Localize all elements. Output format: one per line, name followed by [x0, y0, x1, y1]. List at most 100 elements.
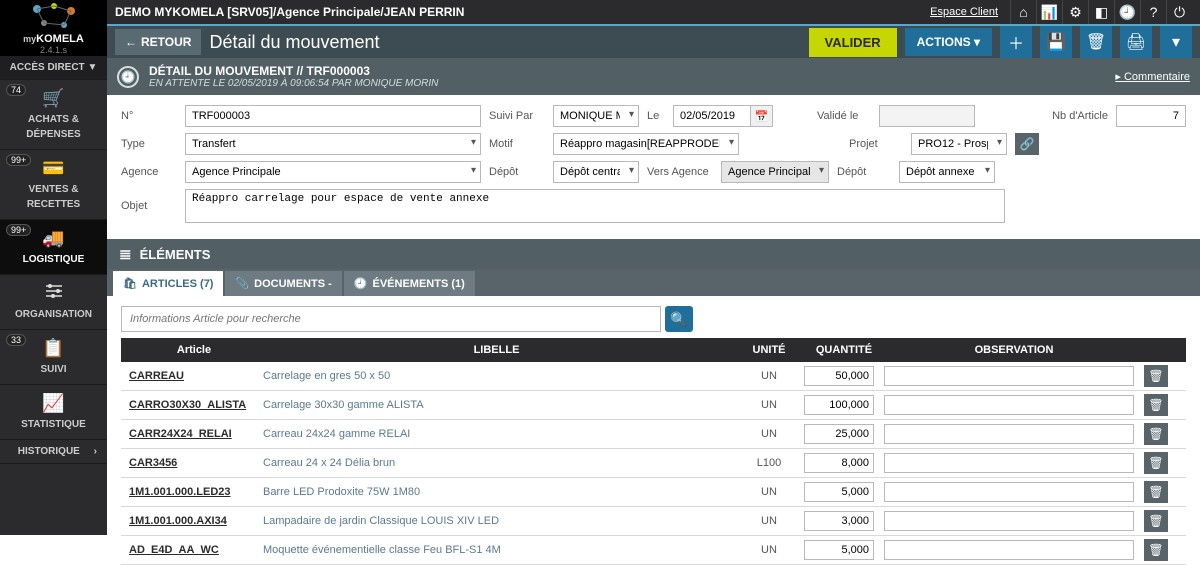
nav-label: ORGANISATION: [15, 309, 92, 320]
qty-input[interactable]: [804, 540, 874, 560]
num-field[interactable]: [185, 105, 481, 127]
date-field[interactable]: [673, 105, 751, 127]
article-link[interactable]: AD_E4D_AA_WC: [129, 544, 259, 556]
validate-button[interactable]: VALIDER: [809, 28, 897, 57]
window-icon[interactable]: ◧: [1088, 0, 1114, 24]
row-delete-button[interactable]: 🗑: [1144, 510, 1168, 532]
article-link[interactable]: 1M1.001.000.LED23: [129, 486, 259, 498]
row-delete-button[interactable]: 🗑: [1144, 481, 1168, 503]
badge: 99+: [6, 154, 31, 166]
article-libelle: Carrelage en gres 50 x 50: [259, 370, 734, 382]
article-link[interactable]: CARRO30X30_ALISTA: [129, 399, 259, 411]
valide-le-field: [879, 105, 975, 127]
actions-dropdown[interactable]: ACTIONS: [905, 28, 992, 56]
row-delete-button[interactable]: 🗑: [1144, 394, 1168, 416]
depot-select[interactable]: [553, 161, 639, 183]
projet-link-button[interactable]: 🔗: [1015, 133, 1039, 155]
col-unite: UNITÉ: [734, 344, 804, 356]
print-button[interactable]: 🖨: [1120, 26, 1152, 58]
version: 2.4.1.s: [40, 45, 67, 55]
tab-label: DOCUMENTS -: [254, 278, 332, 290]
sidebar-direct-access[interactable]: ACCÈS DIRECT ▼: [0, 56, 107, 80]
row-delete-button[interactable]: 🗑: [1144, 539, 1168, 561]
label-motif: Motif: [489, 138, 545, 150]
arrow-left-icon: ←: [125, 35, 137, 49]
label-projet: Projet: [849, 138, 903, 150]
home-icon[interactable]: ⌂: [1010, 0, 1036, 24]
article-link[interactable]: 1M1.001.000.AXI34: [129, 515, 259, 527]
detail-header: 🕘 DÉTAIL DU MOUVEMENT // TRF000003 EN AT…: [107, 58, 1200, 95]
article-link[interactable]: CAR3456: [129, 457, 259, 469]
type-select[interactable]: [185, 133, 481, 155]
clock-icon[interactable]: 🕘: [1114, 0, 1140, 24]
tab-documents[interactable]: 📎DOCUMENTS -: [225, 271, 341, 296]
article-unite: UN: [734, 515, 804, 527]
delete-button[interactable]: 🗑: [1080, 26, 1112, 58]
obs-input[interactable]: [884, 453, 1134, 473]
objet-field[interactable]: Réappro carrelage pour espace de vente a…: [185, 189, 1005, 223]
obs-input[interactable]: [884, 482, 1134, 502]
sidebar-item-statistique[interactable]: 📈 STATISTIQUE: [0, 385, 107, 440]
search-button[interactable]: 🔍: [665, 306, 693, 332]
chart-icon[interactable]: 📊: [1036, 0, 1062, 24]
motif-select[interactable]: [553, 133, 739, 155]
nav-label: VENTES & RECETTES: [27, 184, 80, 210]
article-libelle: Carreau 24x24 gamme RELAI: [259, 428, 734, 440]
comment-link[interactable]: Commentaire: [1115, 70, 1190, 83]
gear-icon[interactable]: ⚙: [1062, 0, 1088, 24]
qty-input[interactable]: [804, 482, 874, 502]
suivi-select[interactable]: [553, 105, 639, 127]
article-libelle: Lampadaire de jardin Classique LOUIS XIV…: [259, 515, 734, 527]
qty-input[interactable]: [804, 366, 874, 386]
label-objet: Objet: [121, 200, 177, 212]
obs-input[interactable]: [884, 424, 1134, 444]
back-button[interactable]: ←RETOUR: [115, 29, 201, 55]
sliders-icon: [4, 283, 103, 304]
article-link[interactable]: CARR24X24_RELAI: [129, 428, 259, 440]
logo: myKOMELA 2.4.1.s: [0, 0, 107, 56]
badge: 33: [6, 334, 26, 346]
qty-input[interactable]: [804, 511, 874, 531]
badge: 74: [6, 84, 26, 96]
breadcrumb: DEMO MYKOMELA [SRV05]/Agence Principale/…: [115, 5, 930, 19]
calendar-icon[interactable]: 📅: [751, 105, 773, 127]
client-space-link[interactable]: Espace Client: [930, 6, 998, 18]
save-button[interactable]: 💾: [1040, 26, 1072, 58]
qty-input[interactable]: [804, 424, 874, 444]
add-button[interactable]: ＋: [1000, 26, 1032, 58]
help-icon[interactable]: ?: [1140, 0, 1166, 24]
sidebar-item-organisation[interactable]: ORGANISATION: [0, 275, 107, 330]
nav-icon: 📈: [4, 393, 103, 414]
obs-input[interactable]: [884, 540, 1134, 560]
nav-label: STATISTIQUE: [21, 419, 86, 430]
nav-label: SUIVI: [40, 364, 66, 375]
row-delete-button[interactable]: 🗑: [1144, 452, 1168, 474]
depot2-select[interactable]: [899, 161, 995, 183]
detail-subtitle: EN ATTENTE LE 02/05/2019 À 09:06:54 PAR …: [149, 78, 1105, 89]
elements-header: ≣ ÉLÉMENTS: [107, 239, 1200, 269]
power-icon[interactable]: ⏻: [1166, 0, 1192, 24]
article-link[interactable]: CARREAU: [129, 370, 259, 382]
obs-input[interactable]: [884, 395, 1134, 415]
obs-input[interactable]: [884, 511, 1134, 531]
vers-agence-select[interactable]: [721, 161, 829, 183]
sidebar-history[interactable]: HISTORIQUE›: [0, 440, 107, 464]
qty-input[interactable]: [804, 395, 874, 415]
tab-articles[interactable]: 🛍ARTICLES (7): [113, 271, 223, 296]
qty-input[interactable]: [804, 453, 874, 473]
label-valide-le: Validé le: [817, 110, 871, 122]
sidebar-item-logistique[interactable]: 99+🚚LOGISTIQUE: [0, 220, 107, 275]
search-input[interactable]: [121, 306, 661, 332]
row-delete-button[interactable]: 🗑: [1144, 423, 1168, 445]
sidebar-item-achats[interactable]: 74🛒ACHATS & DÉPENSES: [0, 80, 107, 150]
sidebar-item-suivi[interactable]: 33📋SUIVI: [0, 330, 107, 385]
more-button[interactable]: ▾: [1160, 26, 1192, 58]
label-suivi: Suivi Par: [489, 110, 545, 122]
projet-select[interactable]: [911, 133, 1007, 155]
topbar: DEMO MYKOMELA [SRV05]/Agence Principale/…: [107, 0, 1200, 26]
sidebar-item-ventes[interactable]: 99+💳VENTES & RECETTES: [0, 150, 107, 220]
agence-select[interactable]: [185, 161, 481, 183]
row-delete-button[interactable]: 🗑: [1144, 365, 1168, 387]
tab-événements[interactable]: 🕘ÉVÉNEMENTS (1): [344, 271, 475, 296]
obs-input[interactable]: [884, 366, 1134, 386]
